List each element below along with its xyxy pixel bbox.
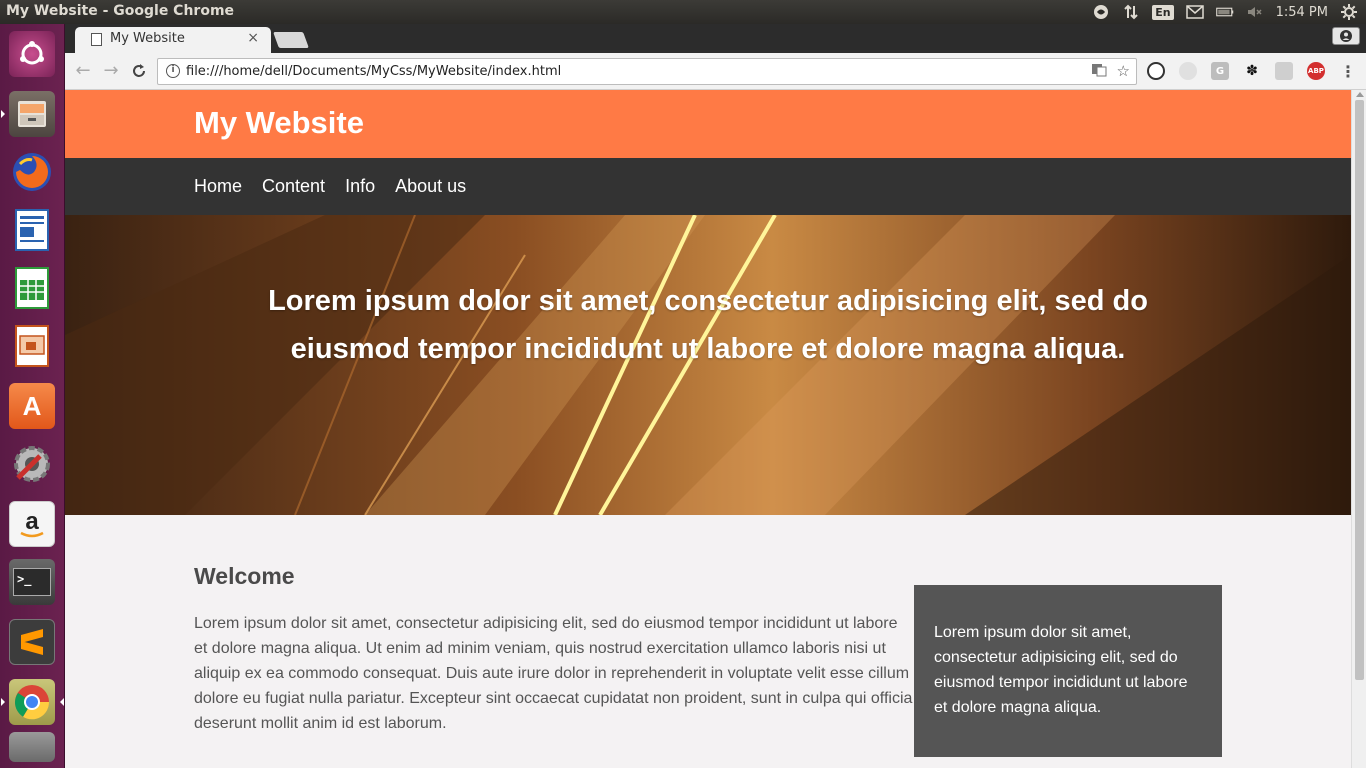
menu-kebab-icon[interactable]: ⋮ [1339, 62, 1357, 81]
launcher: A a >_ [0, 24, 65, 768]
main-content: Welcome Lorem ipsum dolor sit amet, cons… [65, 515, 1351, 768]
omnibox-actions: ☆ [1091, 62, 1130, 82]
trash-icon [9, 732, 55, 762]
writer-document-icon [9, 207, 55, 253]
top-panel: My Website - Google Chrome En 1:54 PM [0, 0, 1366, 24]
dropbox-icon[interactable] [1092, 3, 1110, 21]
launcher-software[interactable]: A [6, 380, 58, 432]
new-tab-button[interactable] [273, 32, 309, 48]
window-title: My Website - Google Chrome [6, 3, 235, 19]
sidebar-text: Lorem ipsum dolor sit amet, consectetur … [934, 624, 1188, 716]
launcher-sublime[interactable] [6, 616, 58, 668]
presentation-icon [9, 323, 55, 369]
reload-button[interactable] [129, 61, 149, 81]
paw-icon[interactable]: ✽ [1243, 62, 1261, 80]
file-cabinet-icon [9, 91, 55, 137]
clock[interactable]: 1:54 PM [1276, 5, 1328, 20]
volume-muted-icon[interactable] [1246, 3, 1264, 21]
page-viewport: My Website Home Content Info About us Lo… [65, 90, 1351, 768]
network-icon[interactable] [1122, 3, 1140, 21]
welcome-heading: Welcome [194, 563, 295, 589]
shopping-bag-icon: A [9, 383, 55, 429]
launcher-settings[interactable] [6, 438, 58, 490]
terminal-icon: >_ [9, 559, 55, 605]
sidebar-box: Lorem ipsum dolor sit amet, consectetur … [914, 585, 1222, 757]
page-scrollbar[interactable] [1351, 90, 1366, 768]
nav-link-home[interactable]: Home [194, 176, 242, 196]
spreadsheet-icon [9, 265, 55, 311]
running-indicator [1, 110, 5, 118]
address-bar[interactable]: i ☆ [157, 58, 1137, 85]
profile-icon[interactable] [1332, 27, 1360, 45]
url-input[interactable] [186, 64, 1086, 79]
browser-toolbar: ← → i ☆ G ✽ ABP ⋮ [65, 53, 1366, 90]
site-header: My Website [65, 90, 1351, 158]
nav-link-content[interactable]: Content [262, 176, 325, 196]
forward-button[interactable]: → [101, 61, 121, 81]
site-info-icon[interactable]: i [166, 64, 180, 78]
extension-r-icon[interactable] [1275, 62, 1293, 80]
scrollbar-thumb[interactable] [1355, 100, 1364, 680]
site-title: My Website [194, 105, 364, 140]
gear-icon[interactable] [1340, 3, 1358, 21]
launcher-terminal[interactable]: >_ [6, 556, 58, 608]
translate-icon[interactable] [1091, 62, 1107, 82]
page-icon [91, 33, 102, 46]
extension-leaf-icon[interactable] [1179, 62, 1197, 80]
launcher-firefox[interactable] [6, 146, 58, 198]
tab-title: My Website [110, 31, 185, 46]
launcher-impress[interactable] [6, 320, 58, 372]
launcher-files[interactable] [1, 88, 58, 140]
tab-close-icon[interactable]: × [247, 30, 259, 46]
site-nav: Home Content Info About us [65, 158, 1351, 215]
running-indicator [1, 698, 5, 706]
hero-text: Lorem ipsum dolor sit amet, consectetur … [268, 285, 1148, 365]
tab-my-website[interactable]: My Website × [75, 27, 271, 53]
battery-icon[interactable] [1215, 3, 1234, 21]
bookmark-star-icon[interactable]: ☆ [1117, 62, 1130, 82]
system-tray: En 1:54 PM [1092, 0, 1358, 24]
welcome-paragraph: Lorem ipsum dolor sit amet, consectetur … [194, 615, 913, 732]
settings-wrench-icon [9, 441, 55, 487]
nav-link-about[interactable]: About us [395, 176, 466, 196]
launcher-amazon[interactable]: a [6, 498, 58, 550]
active-indicator [60, 698, 64, 706]
launcher-dash[interactable] [6, 28, 58, 80]
chrome-icon [9, 679, 55, 725]
adblock-plus-icon[interactable]: ABP [1307, 62, 1325, 80]
launcher-writer[interactable] [6, 204, 58, 256]
amazon-icon: a [9, 501, 55, 547]
launcher-trash[interactable] [6, 732, 58, 762]
svg-text:a: a [25, 508, 39, 535]
sublime-text-icon [9, 619, 55, 665]
nav-link-info[interactable]: Info [345, 176, 375, 196]
keyboard-language-indicator[interactable]: En [1152, 4, 1174, 20]
tab-strip: My Website × [65, 24, 1366, 53]
hero-banner: Lorem ipsum dolor sit amet, consectetur … [65, 215, 1351, 515]
mail-icon[interactable] [1185, 3, 1204, 21]
back-button[interactable]: ← [73, 61, 93, 81]
ubuntu-logo-icon [9, 31, 55, 77]
extension-sync-icon[interactable] [1147, 62, 1165, 80]
scroll-up-arrow-icon[interactable] [1356, 92, 1364, 97]
grammarly-icon[interactable]: G [1211, 62, 1229, 80]
firefox-icon [9, 149, 55, 195]
launcher-chrome[interactable] [1, 676, 64, 728]
browser-window: My Website × ← → i ☆ G ✽ ABP ⋮ [65, 24, 1366, 768]
launcher-calc[interactable] [6, 262, 58, 314]
